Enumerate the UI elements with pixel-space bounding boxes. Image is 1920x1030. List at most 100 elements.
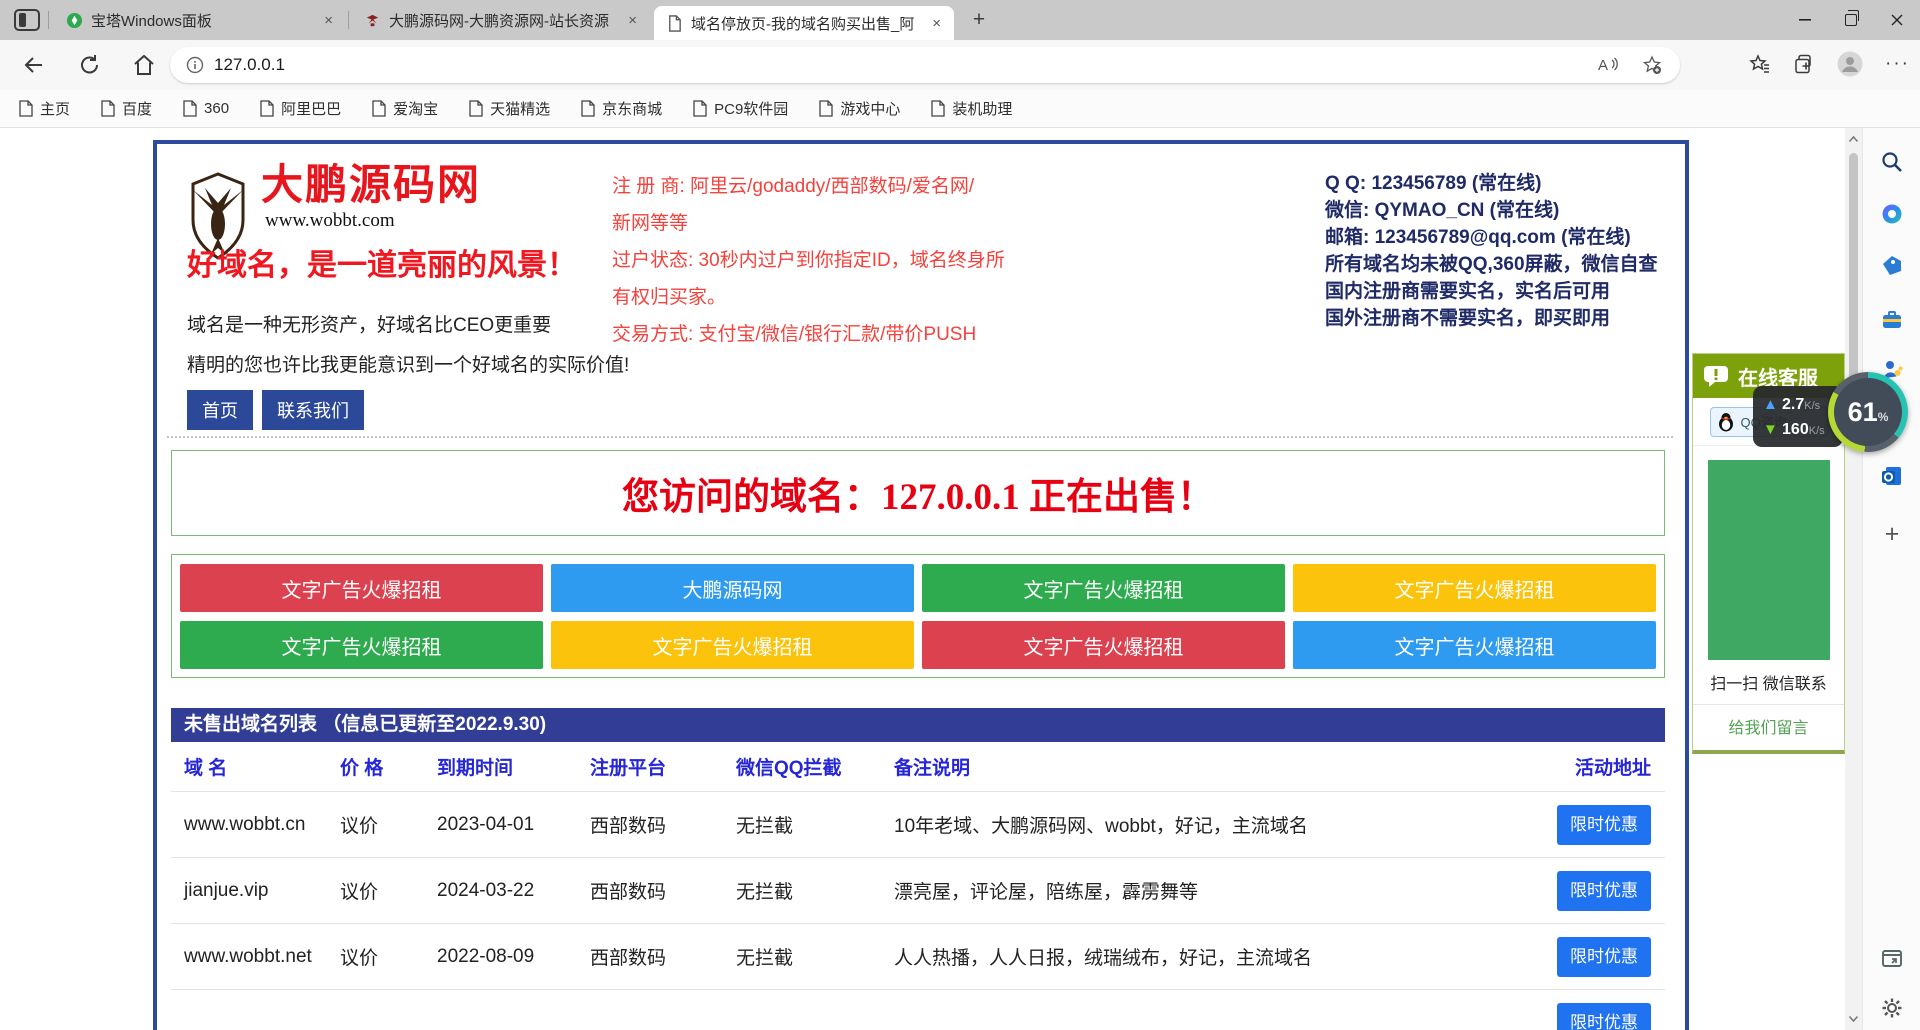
- qq-penguin-icon: [1717, 412, 1735, 432]
- promo-button[interactable]: 限时优惠: [1557, 871, 1651, 911]
- contact-info: Q Q: 123456789 (常在线) 微信: QYMAO_CN (常在线) …: [1325, 170, 1658, 332]
- tab-close-icon[interactable]: ×: [625, 12, 640, 29]
- bookmarks-bar: 主页 百度 360 阿里巴巴 爱淘宝 天猫精选 京东商城 PC9软件园 游戏中心…: [0, 90, 1920, 128]
- settings-gear-icon[interactable]: [1880, 996, 1904, 1020]
- intro-line-2: 精明的您也许比我更能意识到一个好域名的实际价值!: [187, 350, 629, 377]
- edge-sidebar-rail: +: [1862, 128, 1920, 1030]
- chat-bubble-icon: [1703, 364, 1729, 388]
- site-domain: www.wobbt.com: [265, 210, 481, 232]
- page-viewport: 大鹏源码网 www.wobbt.com 好域名，是一道亮丽的风景！ 域名是一种无…: [0, 128, 1845, 1030]
- read-aloud-icon[interactable]: A: [1596, 55, 1618, 75]
- table-row: www.wobbt.cn 议价 2023-04-01 西部数码 无拦截 10年老…: [171, 792, 1665, 858]
- address-toolbar: 127.0.0.1 A ···: [0, 40, 1920, 90]
- wechat-qr-code: [1708, 460, 1830, 660]
- minimize-button[interactable]: [1782, 0, 1828, 40]
- ad-slot[interactable]: 文字广告火爆招租: [180, 564, 543, 612]
- bookmark-item[interactable]: 京东商城: [580, 98, 662, 119]
- briefcase-icon[interactable]: [1880, 308, 1904, 332]
- domain-for-sale-banner: 您访问的域名：127.0.0.1 正在出售！: [171, 450, 1665, 536]
- new-tab-button[interactable]: +: [966, 8, 992, 34]
- download-speed: 160: [1782, 421, 1809, 438]
- progress-ring-badge[interactable]: 61 %: [1828, 372, 1908, 452]
- seller-info: 注 册 商: 阿里云/godaddy/西部数码/爱名网/ 新网等等 过户状态: …: [612, 168, 1005, 353]
- site-title: 大鹏源码网: [261, 162, 481, 208]
- table-header-row: 域 名 价 格 到期时间 注册平台 微信QQ拦截 备注说明 活动地址: [171, 742, 1665, 792]
- tab-bar: 宝塔Windows面板 × 大鹏源码网-大鹏资源网-站长资源 × 域名停放页-我…: [0, 0, 1920, 40]
- site-content: 大鹏源码网 www.wobbt.com 好域名，是一道亮丽的风景！ 域名是一种无…: [153, 140, 1689, 1030]
- ad-grid: 文字广告火爆招租 大鹏源码网 文字广告火爆招租 文字广告火爆招租 文字广告火爆招…: [171, 554, 1665, 678]
- tab-dapeng[interactable]: 大鹏源码网-大鹏资源网-站长资源 ×: [352, 0, 650, 40]
- promo-button[interactable]: 限时优惠: [1557, 937, 1651, 977]
- upload-speed: 2.7: [1782, 396, 1804, 413]
- add-sidebar-item-icon[interactable]: +: [1880, 522, 1904, 546]
- tab-close-icon[interactable]: ×: [321, 12, 336, 29]
- tab-title: 大鹏源码网-大鹏资源网-站长资源: [389, 10, 617, 31]
- leave-message-link[interactable]: 给我们留言: [1693, 704, 1844, 750]
- bookmark-item[interactable]: 装机助理: [930, 98, 1012, 119]
- browser-window: 宝塔Windows面板 × 大鹏源码网-大鹏资源网-站长资源 × 域名停放页-我…: [0, 0, 1920, 1030]
- shopping-tag-icon[interactable]: [1880, 254, 1904, 278]
- tab-close-icon[interactable]: ×: [929, 15, 944, 32]
- ad-slot[interactable]: 文字广告火爆招租: [551, 621, 914, 669]
- bookmark-item[interactable]: 天猫精选: [468, 98, 550, 119]
- scroll-up-icon[interactable]: [1848, 134, 1859, 145]
- table-row-partial: 限时优惠: [171, 990, 1665, 1030]
- ad-slot[interactable]: 大鹏源码网: [551, 564, 914, 612]
- profile-avatar[interactable]: [1837, 51, 1863, 77]
- tab-title: 域名停放页-我的域名购买出售_阿: [691, 13, 921, 34]
- domain-table: 未售出域名列表 （信息已更新至2022.9.30) 域 名 价 格 到期时间 注…: [171, 708, 1665, 1030]
- promo-button[interactable]: 限时优惠: [1557, 1003, 1651, 1030]
- home-nav-button[interactable]: 首页: [187, 390, 253, 430]
- search-icon[interactable]: [1880, 150, 1904, 174]
- back-icon[interactable]: [22, 53, 46, 77]
- ad-slot[interactable]: 文字广告火爆招租: [1293, 564, 1656, 612]
- collections-icon[interactable]: [1793, 53, 1815, 75]
- tab-switcher-icon[interactable]: [14, 9, 40, 31]
- baota-favicon-icon: [66, 12, 83, 29]
- table-row: www.wobbt.net 议价 2022-08-09 西部数码 无拦截 人人热…: [171, 924, 1665, 990]
- bookmark-item[interactable]: PC9软件园: [692, 98, 788, 119]
- svg-text:A: A: [1598, 57, 1608, 74]
- site-info-icon[interactable]: [186, 56, 204, 74]
- promo-button[interactable]: 限时优惠: [1557, 805, 1651, 845]
- add-favorite-icon[interactable]: [1642, 55, 1662, 75]
- bookmark-item[interactable]: 百度: [100, 98, 152, 119]
- download-arrow-icon: ▼: [1763, 421, 1778, 438]
- bookmark-item[interactable]: 阿里巴巴: [259, 98, 341, 119]
- open-in-window-icon[interactable]: [1880, 946, 1904, 970]
- close-button[interactable]: [1874, 0, 1920, 40]
- page-scrollbar[interactable]: [1845, 128, 1862, 1030]
- table-title: 未售出域名列表 （信息已更新至2022.9.30): [171, 708, 1665, 742]
- ad-slot[interactable]: 文字广告火爆招租: [922, 564, 1285, 612]
- table-row: jianjue.vip 议价 2024-03-22 西部数码 无拦截 漂亮屋，评…: [171, 858, 1665, 924]
- bookmark-item[interactable]: 爱淘宝: [371, 98, 438, 119]
- dotted-divider: [167, 436, 1673, 438]
- address-bar[interactable]: 127.0.0.1 A: [170, 47, 1680, 83]
- contact-nav-button[interactable]: 联系我们: [262, 390, 364, 430]
- site-tagline: 好域名，是一道亮丽的风景！: [187, 240, 577, 284]
- intro-line-1: 域名是一种无形资产，好域名比CEO更重要: [187, 310, 551, 337]
- outlook-icon[interactable]: [1880, 464, 1904, 488]
- qr-caption: 扫一扫 微信联系: [1693, 670, 1844, 704]
- ad-slot[interactable]: 文字广告火爆招租: [180, 621, 543, 669]
- url-text[interactable]: 127.0.0.1: [214, 55, 1596, 75]
- more-menu-icon[interactable]: ···: [1885, 53, 1910, 75]
- tab-title: 宝塔Windows面板: [91, 10, 313, 31]
- copilot-icon[interactable]: [1880, 202, 1904, 226]
- ad-slot[interactable]: 文字广告火爆招租: [922, 621, 1285, 669]
- page-favicon-icon: [666, 15, 683, 32]
- tab-baota[interactable]: 宝塔Windows面板 ×: [54, 0, 346, 40]
- tab-domain-parking[interactable]: 域名停放页-我的域名购买出售_阿 ×: [654, 6, 954, 40]
- ad-slot[interactable]: 文字广告火爆招租: [1293, 621, 1656, 669]
- dapeng-favicon-icon: [364, 12, 381, 29]
- bookmark-item[interactable]: 主页: [18, 98, 70, 119]
- restore-button[interactable]: [1828, 0, 1874, 40]
- upload-arrow-icon: ▲: [1763, 396, 1778, 413]
- bookmark-item[interactable]: 360: [182, 100, 229, 117]
- progress-percent: 61: [1848, 397, 1878, 428]
- scroll-down-icon[interactable]: [1848, 1013, 1859, 1024]
- bookmark-item[interactable]: 游戏中心: [818, 98, 900, 119]
- refresh-icon[interactable]: [78, 53, 102, 77]
- favorites-icon[interactable]: [1749, 53, 1771, 75]
- home-icon[interactable]: [132, 53, 156, 77]
